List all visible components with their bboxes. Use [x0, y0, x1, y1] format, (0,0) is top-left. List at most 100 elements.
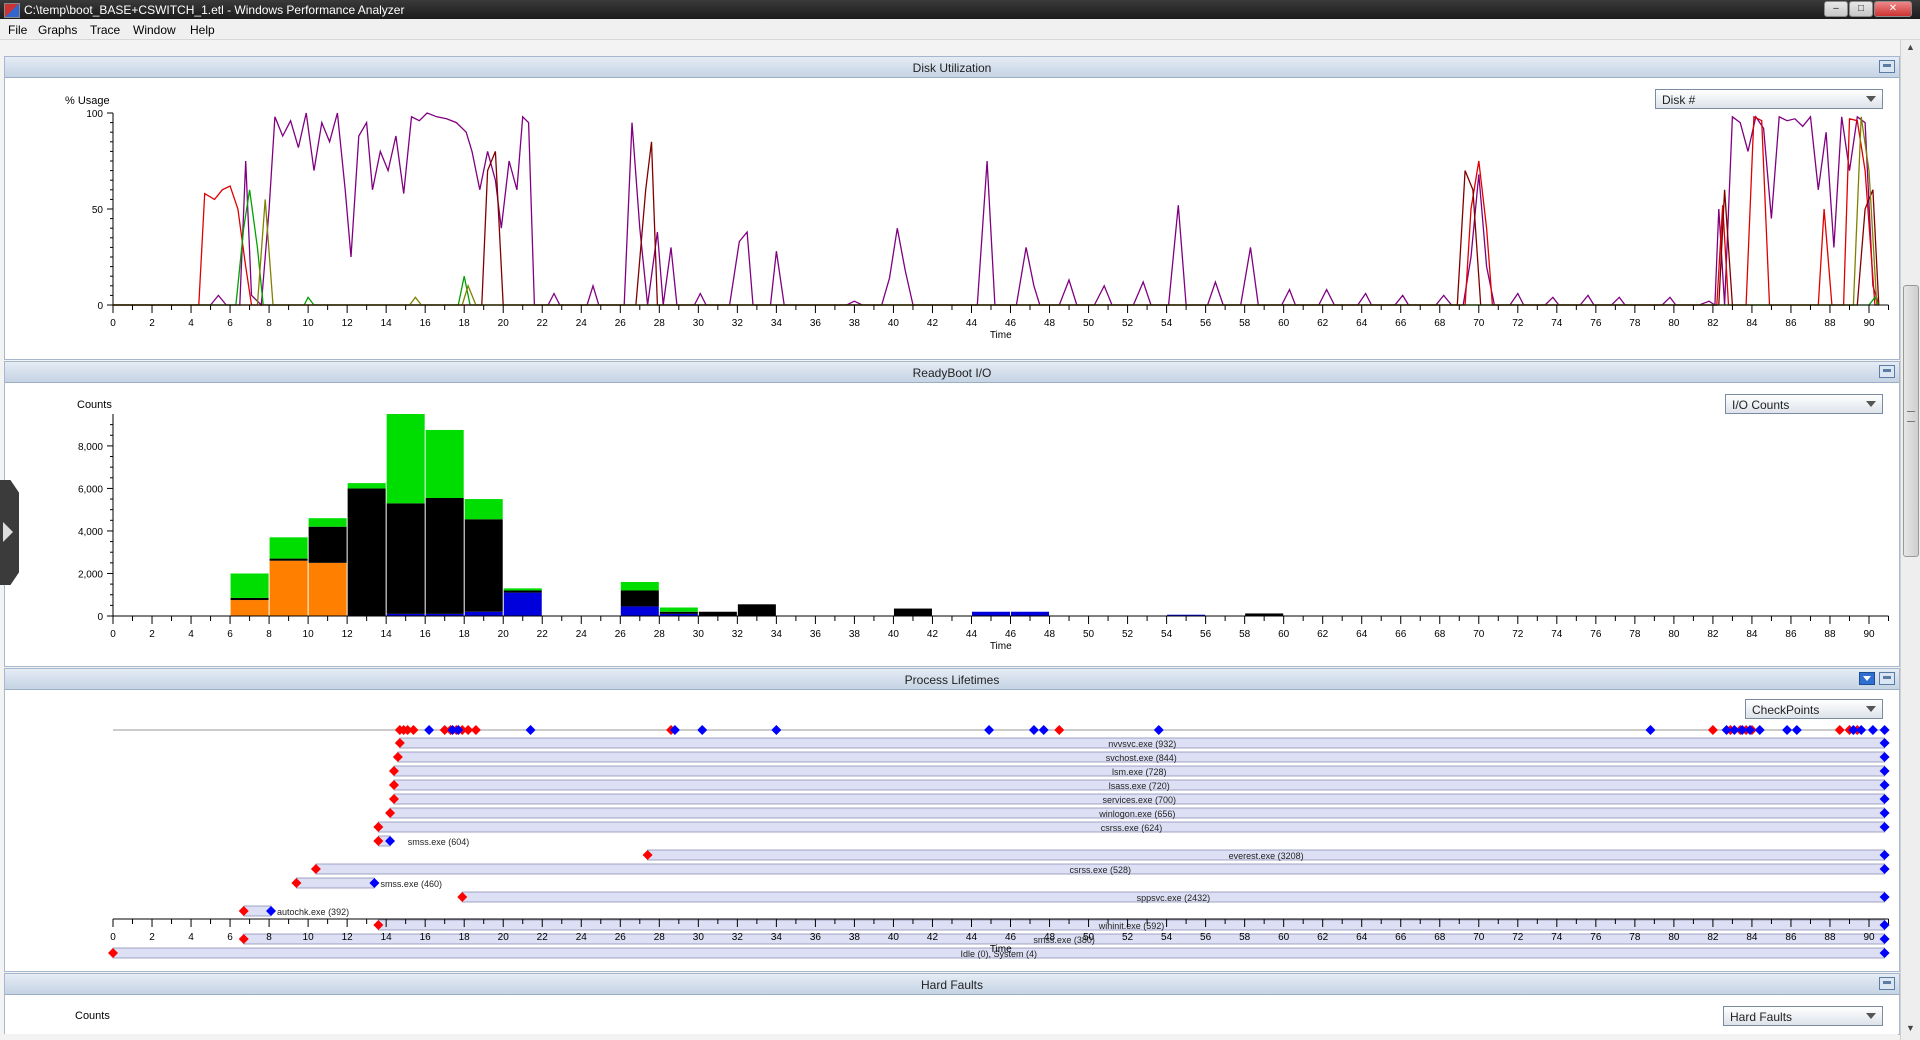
- window-controls: – □ ✕: [1824, 1, 1912, 17]
- x-tick-label: 2: [149, 932, 155, 943]
- x-tick-label: 54: [1161, 629, 1173, 640]
- x-tick-label: 80: [1668, 629, 1680, 640]
- x-tick-label: 36: [810, 932, 822, 943]
- x-tick-label: 10: [303, 629, 315, 640]
- scroll-down-icon[interactable]: ▼: [1903, 1023, 1918, 1038]
- bar-segment: [620, 590, 659, 607]
- x-tick-label: 10: [303, 318, 315, 329]
- x-tick-label: 90: [1863, 629, 1875, 640]
- panel-title: Hard Faults: [920, 978, 984, 992]
- panel-minimize-icon[interactable]: [1879, 977, 1895, 990]
- process-label: smss.exe (604): [408, 837, 470, 847]
- menu-trace[interactable]: Trace: [90, 23, 120, 37]
- scrollbar-thumb[interactable]: [1903, 285, 1919, 557]
- disk-selector-dropdown[interactable]: Disk #: [1655, 89, 1883, 109]
- x-tick-label: 40: [888, 932, 900, 943]
- x-tick-label: 86: [1785, 629, 1797, 640]
- process-label: csrss.exe (624): [1101, 823, 1163, 833]
- x-tick-label: 12: [342, 932, 354, 943]
- y-axis-title: Counts: [77, 399, 112, 411]
- bar-segment: [347, 488, 386, 616]
- chevron-down-icon: [1866, 1013, 1876, 1019]
- side-panel-expand-tab[interactable]: [0, 480, 19, 585]
- process-label: csrss.exe (528): [1069, 865, 1131, 875]
- checkpoint-blue-diamond: [1791, 725, 1802, 735]
- minimize-button[interactable]: –: [1824, 1, 1848, 17]
- x-tick-label: 80: [1668, 318, 1680, 329]
- x-tick-label: 28: [654, 629, 666, 640]
- menu-graphs[interactable]: Graphs: [38, 23, 77, 37]
- x-tick-label: 84: [1746, 932, 1758, 943]
- checkpoint-blue-diamond: [1754, 725, 1765, 735]
- grip-icon: [1907, 411, 1915, 422]
- x-tick-label: 34: [771, 629, 783, 640]
- x-tick-label: 6: [227, 318, 233, 329]
- panel-title: ReadyBoot I/O: [912, 366, 992, 380]
- bar-segment: [464, 611, 503, 616]
- bar-segment: [464, 499, 503, 520]
- bar-segment: [893, 608, 932, 616]
- checkpoint-red-diamond: [1707, 725, 1718, 735]
- x-tick-label: 26: [615, 932, 627, 943]
- x-tick-label: 66: [1395, 629, 1407, 640]
- panel-minimize-icon[interactable]: [1879, 60, 1895, 73]
- x-tick-label: 22: [537, 629, 549, 640]
- x-tick-label: 62: [1317, 318, 1329, 329]
- x-tick-label: 84: [1746, 629, 1758, 640]
- x-tick-label: 26: [615, 629, 627, 640]
- panel-options-icon[interactable]: [1859, 672, 1875, 685]
- menu-window[interactable]: Window: [133, 23, 176, 37]
- process-label: autochk.exe (392): [277, 907, 349, 917]
- x-tick-label: 48: [1044, 318, 1056, 329]
- x-tick-label: 32: [732, 318, 744, 329]
- x-tick-label: 24: [576, 629, 588, 640]
- bar-segment: [659, 607, 698, 612]
- bar-segment: [308, 518, 347, 527]
- process-label: lsass.exe (720): [1109, 781, 1170, 791]
- checkpoint-blue-diamond: [1879, 725, 1890, 735]
- x-tick-label: 72: [1512, 932, 1524, 943]
- scroll-up-icon[interactable]: ▲: [1903, 42, 1918, 57]
- x-tick-label: 62: [1317, 629, 1329, 640]
- x-tick-label: 34: [771, 318, 783, 329]
- x-tick-label: 4: [188, 629, 194, 640]
- process-label: smss.exe (460): [380, 879, 442, 889]
- menu-bar: File Graphs Trace Window Help: [0, 19, 1920, 40]
- disk-utilization-chart[interactable]: 050100% Usage0 2 4 6 8 10 12 14 16 18 20 22 24 26 28 30…: [5, 77, 1899, 359]
- x-tick-label: 78: [1629, 629, 1641, 640]
- x-tick-label: 60: [1278, 318, 1290, 329]
- menu-file[interactable]: File: [8, 23, 27, 37]
- x-tick-label: 80: [1668, 932, 1680, 943]
- process-lifetimes-chart[interactable]: nvvsvc.exe (932) svchost.exe (844) lsm.exe…: [5, 689, 1899, 971]
- x-tick-label: 76: [1590, 932, 1602, 943]
- x-tick-label: 48: [1044, 932, 1056, 943]
- checkpoints-selector-dropdown[interactable]: CheckPoints: [1745, 699, 1883, 719]
- bar-segment: [425, 497, 464, 614]
- x-tick-label: 8: [266, 629, 272, 640]
- x-tick-label: 72: [1512, 629, 1524, 640]
- x-tick-label: 88: [1824, 318, 1836, 329]
- x-tick-label: 38: [849, 629, 861, 640]
- x-tick-label: 82: [1707, 318, 1719, 329]
- title-bar: C:\temp\boot_BASE+CSWITCH_1.etl - Window…: [0, 0, 1920, 19]
- x-tick-label: 12: [342, 318, 354, 329]
- readyboot-panel: ReadyBoot I/O 0 2,000 4,000 6,000 8,000 Count…: [4, 361, 1900, 667]
- x-tick-label: 90: [1863, 318, 1875, 329]
- bar-segment: [620, 581, 659, 591]
- menu-help[interactable]: Help: [190, 23, 215, 37]
- panel-minimize-icon[interactable]: [1879, 365, 1895, 378]
- bar-segment: [347, 483, 386, 489]
- readyboot-selector-dropdown[interactable]: I/O Counts: [1725, 394, 1883, 414]
- panel-minimize-icon[interactable]: [1879, 672, 1895, 685]
- vertical-scrollbar[interactable]: ▲ ▼: [1900, 40, 1920, 1040]
- bar-segment: [230, 573, 269, 598]
- process-bar: [296, 877, 375, 889]
- hard-faults-selector-dropdown[interactable]: Hard Faults: [1723, 1006, 1883, 1026]
- y-tick-label: 6,000: [78, 484, 103, 495]
- process-lifetimes-panel: Process Lifetimes nvvsvc.exe (932) svchos…: [4, 668, 1900, 972]
- x-tick-label: 6: [227, 629, 233, 640]
- close-button[interactable]: ✕: [1874, 1, 1912, 17]
- process-label: everest.exe (3208): [1229, 851, 1304, 861]
- maximize-button[interactable]: □: [1849, 1, 1873, 17]
- readyboot-chart[interactable]: 02,0004,0006,0008,000Counts0 2 4 6 8 10 12 14 16…: [5, 382, 1899, 666]
